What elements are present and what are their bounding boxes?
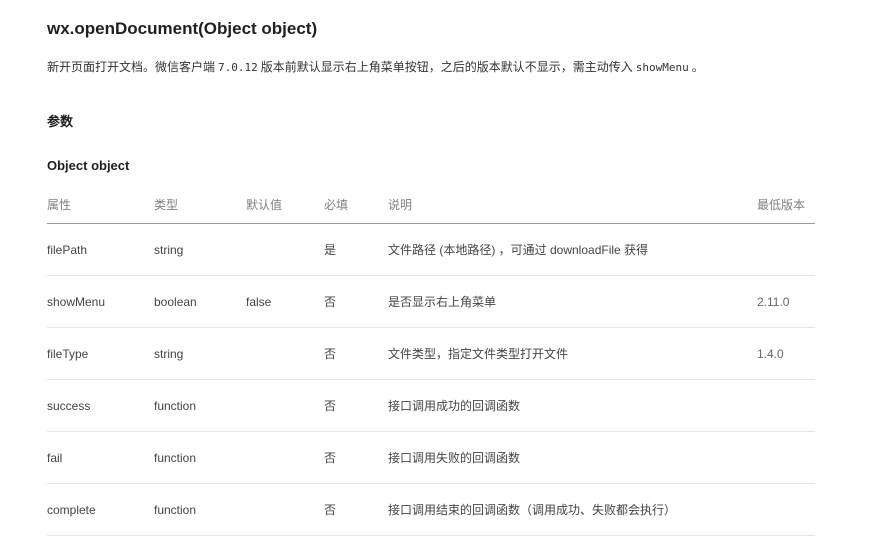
cell-min-version [757,379,815,432]
cell-type: function [154,379,246,432]
header-required: 必填 [324,186,388,224]
header-min-version: 最低版本 [757,186,815,224]
cell-min-version [757,223,815,276]
cell-property: fileType [47,327,154,380]
cell-default [246,431,324,484]
header-description: 说明 [388,186,757,224]
table-row: filePath string 是 文件路径 (本地路径) ，可通过 downl… [47,223,815,276]
cell-type: string [154,223,246,276]
cell-property: fail [47,431,154,484]
cell-type: string [154,327,246,380]
cell-default [246,483,324,536]
cell-description: 文件路径 (本地路径) ，可通过 downloadFile 获得 [388,223,757,276]
cell-min-version [757,483,815,536]
params-table: 属性 类型 默认值 必填 说明 最低版本 filePath string 是 文… [47,186,815,536]
cell-min-version [757,431,815,484]
cell-description: 文件类型，指定文件类型打开文件 [388,327,757,380]
header-property: 属性 [47,186,154,224]
cell-required: 否 [324,431,388,484]
table-row: showMenu boolean false 否 是否显示右上角菜单 2.11.… [47,275,815,328]
cell-property: showMenu [47,275,154,328]
description-text-pre: 新开页面打开文档。微信客户端 [47,60,216,74]
cell-description: 接口调用结束的回调函数（调用成功、失败都会执行） [388,483,757,536]
header-default: 默认值 [246,186,324,224]
cell-default: false [246,275,324,328]
cell-type: function [154,431,246,484]
cell-property: filePath [47,223,154,276]
cell-default [246,379,324,432]
api-description: 新开页面打开文档。微信客户端 7.0.12 版本前默认显示右上角菜单按钮，之后的版本… [47,59,704,76]
cell-min-version: 1.4.0 [757,327,815,380]
cell-default [246,327,324,380]
cell-min-version: 2.11.0 [757,275,815,328]
cell-property: success [47,379,154,432]
table-row: fileType string 否 文件类型，指定文件类型打开文件 1.4.0 [47,327,815,380]
description-text-post: 。 [691,60,704,74]
description-showmenu-code: showMenu [635,61,689,74]
object-heading: Object object [47,158,130,173]
cell-required: 否 [324,483,388,536]
description-text-mid: 版本前默认显示右上角菜单按钮，之后的版本默认不显示，需主动传入 [260,60,633,74]
page-title: wx.openDocument(Object object) [47,19,318,38]
cell-default [246,223,324,276]
description-version-code: 7.0.12 [218,61,258,74]
cell-required: 否 [324,327,388,380]
cell-required: 否 [324,379,388,432]
header-type: 类型 [154,186,246,224]
cell-required: 否 [324,275,388,328]
cell-required: 是 [324,223,388,276]
table-header-row: 属性 类型 默认值 必填 说明 最低版本 [47,186,815,224]
cell-description: 接口调用成功的回调函数 [388,379,757,432]
cell-description: 接口调用失败的回调函数 [388,431,757,484]
cell-description: 是否显示右上角菜单 [388,275,757,328]
cell-type: function [154,483,246,536]
table-row: success function 否 接口调用成功的回调函数 [47,379,815,432]
table-row: fail function 否 接口调用失败的回调函数 [47,431,815,484]
cell-type: boolean [154,275,246,328]
cell-property: complete [47,483,154,536]
table-row: complete function 否 接口调用结束的回调函数（调用成功、失败都… [47,483,815,536]
params-heading: 参数 [47,114,74,129]
